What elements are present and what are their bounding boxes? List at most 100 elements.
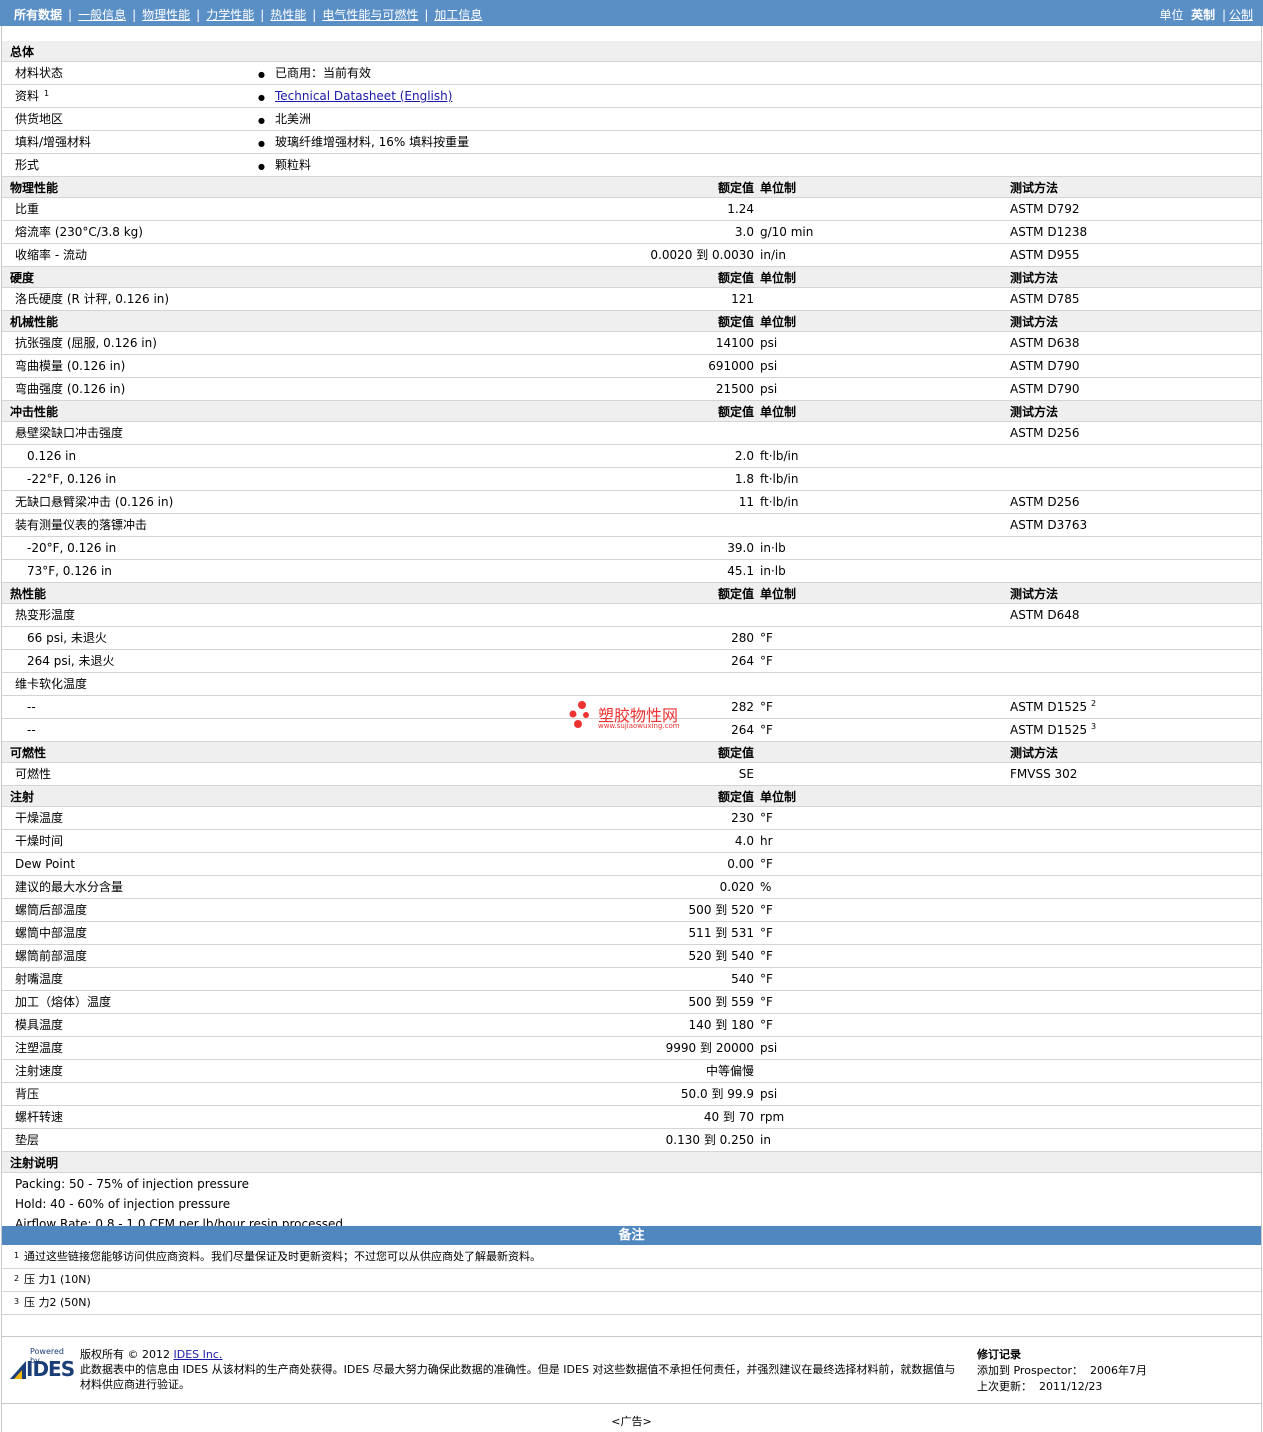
column-header-unit: 单位制 (760, 271, 797, 285)
property-value: 0.130 到 0.250 (665, 1133, 754, 1147)
section-header: 物理性能 额定值 单位制 测试方法 (2, 177, 1261, 198)
tab-2[interactable]: 一般信息 (78, 8, 126, 22)
tab-separator: | (132, 8, 137, 22)
property-value: 3.0 (734, 225, 754, 239)
property-label: 填料/增强材料 (15, 135, 92, 149)
column-header-unit: 单位制 (760, 181, 797, 195)
revision-title: 修订记录 (977, 1348, 1021, 1361)
property-row: 模具温度 140 到 180 °F (2, 1014, 1261, 1037)
property-unit: in·lb (760, 541, 786, 555)
bullet-icon: ● (258, 116, 265, 125)
property-value: 500 到 520 (688, 903, 754, 917)
property-label: 弯曲强度 (0.126 in) (15, 382, 126, 396)
property-label: 注塑温度 (15, 1041, 64, 1055)
tab-7[interactable]: 加工信息 (434, 8, 482, 22)
tab-3[interactable]: 物理性能 (142, 8, 190, 22)
column-header-value: 额定值 (717, 181, 754, 195)
property-label: -- (27, 700, 36, 714)
footnote-marker: 2 (1090, 699, 1097, 708)
test-method-text: ASTM D1525 (1010, 723, 1088, 737)
ad-placeholder: <广告> (611, 1415, 652, 1428)
test-method-text: ASTM D256 (1010, 426, 1080, 440)
property-row: -22°F, 0.126 in 1.8 ft·lb/in (2, 468, 1261, 491)
property-label: 背压 (15, 1087, 40, 1101)
unit-imperial-option[interactable]: 英制 (1191, 8, 1215, 22)
property-unit: °F (760, 811, 773, 825)
test-method-text: ASTM D648 (1010, 608, 1080, 622)
section-header: 热性能 额定值 单位制 测试方法 (2, 583, 1261, 604)
property-label: 66 psi, 未退火 (27, 631, 107, 645)
property-value: 中等偏慢 (705, 1064, 754, 1078)
property-label: 收缩率 - 流动 (15, 248, 87, 262)
test-method: ASTM D790 (1010, 382, 1079, 396)
property-value: 50.0 到 99.9 (680, 1087, 754, 1101)
ides-inc-link[interactable]: IDES Inc. (174, 1348, 223, 1361)
note-text: 通过这些链接您能够访问供应商资料。我们尽量保证及时更新资料；不过您可以从供应商处… (24, 1250, 541, 1263)
property-value: 500 到 559 (688, 995, 754, 1009)
property-label: 供货地区 (15, 112, 64, 126)
property-unit: g/10 min (760, 225, 814, 239)
property-label: 抗张强度 (屈服, 0.126 in) (15, 336, 157, 350)
property-unit: % (760, 880, 772, 894)
ides-logo[interactable]: Powered by IDES (8, 1347, 75, 1387)
property-unit: hr (760, 834, 773, 848)
unit-metric-link[interactable]: 公制 (1229, 8, 1253, 22)
property-row: 0.126 in 2.0 ft·lb/in (2, 445, 1261, 468)
property-row: 螺筒中部温度 511 到 531 °F (2, 922, 1261, 945)
property-value: 691000 (708, 359, 754, 373)
tab-6[interactable]: 电气性能与可燃性 (322, 8, 418, 22)
property-label: 洛氏硬度 (R 计秤, 0.126 in) (15, 292, 170, 306)
property-label: 比重 (15, 202, 40, 216)
property-label: 射嘴温度 (15, 972, 64, 986)
injection-note-line: Hold: 40 - 60% of injection pressure (2, 1193, 1261, 1212)
test-method: ASTM D638 (1010, 336, 1079, 350)
property-label: 螺筒中部温度 (15, 926, 88, 940)
footnote-marker: 3 (1090, 722, 1097, 731)
property-label: 无缺口悬臂梁冲击 (0.126 in) (15, 495, 174, 509)
watermark-dots-icon (569, 701, 589, 728)
section-header: 可燃性 额定值 测试方法 (2, 742, 1261, 763)
general-row: 形式 ● 颗粒料 (2, 154, 1261, 177)
ides-logo-mark-icon (10, 1361, 26, 1379)
test-method-text: ASTM D3763 (1010, 518, 1088, 532)
property-row: 抗张强度 (屈服, 0.126 in) 14100 psi ASTM D638 (2, 332, 1261, 355)
tab-5[interactable]: 热性能 (270, 8, 306, 22)
test-method-text: ASTM D785 (1010, 292, 1080, 306)
property-value: 230 (731, 811, 754, 825)
test-method: ASTM D648 (1010, 608, 1079, 622)
property-row: 背压 50.0 到 99.9 psi (2, 1083, 1261, 1106)
property-row: 装有测量仪表的落镖冲击 ASTM D3763 (2, 514, 1261, 537)
injection-note-text: Hold: 40 - 60% of injection pressure (15, 1197, 231, 1211)
property-row: 螺筒前部温度 520 到 540 °F (2, 945, 1261, 968)
tab-4[interactable]: 力学性能 (206, 8, 254, 22)
property-label: 螺筒前部温度 (15, 949, 88, 963)
section-header-injection-notes: 注射说明 (2, 1152, 1261, 1173)
tab-1[interactable]: 所有数据 (14, 8, 62, 22)
property-row: 悬壁梁缺口冲击强度 ASTM D256 (2, 422, 1261, 445)
property-row: Dew Point 0.00 °F (2, 853, 1261, 876)
column-header-unit: 单位制 (760, 587, 797, 601)
test-method-text: ASTM D1238 (1010, 225, 1088, 239)
property-value: 已商用：当前有效 (275, 66, 372, 80)
property-row: -20°F, 0.126 in 39.0 in·lb (2, 537, 1261, 560)
test-method-text: FMVSS 302 (1010, 767, 1078, 781)
section-title: 注射 (10, 790, 35, 804)
column-header-method: 测试方法 (1010, 181, 1059, 195)
test-method: ASTM D256 (1010, 495, 1079, 509)
property-value: 21500 (715, 382, 754, 396)
property-row: 螺杆转速 40 到 70 rpm (2, 1106, 1261, 1129)
copyright-block: 版权所有 © 2012 IDES Inc. 此数据表中的信息由 IDES 从该材… (80, 1347, 960, 1392)
property-value: 1.24 (727, 202, 754, 216)
datasheet-link[interactable]: Technical Datasheet (English) (275, 89, 452, 103)
property-unit: °F (760, 995, 773, 1009)
property-unit: °F (760, 949, 773, 963)
bullet-icon: ● (258, 70, 265, 79)
bullet-icon: ● (258, 93, 265, 102)
test-method: ASTM D1238 (1010, 225, 1087, 239)
property-value: 280 (731, 631, 754, 645)
property-row: 干燥温度 230 °F (2, 807, 1261, 830)
property-row: 维卡软化温度 (2, 673, 1261, 696)
property-label: 0.126 in (27, 449, 77, 463)
test-method: ASTM D1525 2 (1010, 699, 1097, 715)
property-label: 热变形温度 (15, 608, 76, 622)
